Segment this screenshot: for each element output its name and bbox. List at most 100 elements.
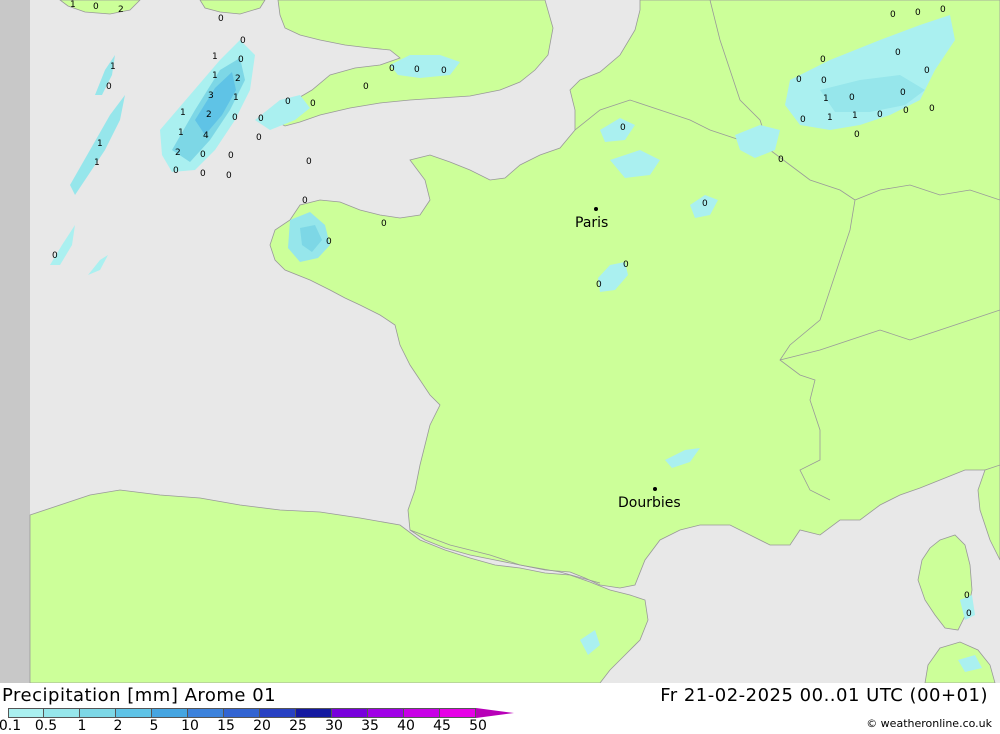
precip-value: 0 (228, 151, 234, 161)
precip-value: 4 (203, 131, 209, 141)
precip-value: 0 (218, 14, 224, 24)
precip-value: 0 (238, 55, 244, 65)
city-label-dourbies: Dourbies (618, 495, 681, 511)
legend-tick-label: 0.1 (0, 718, 22, 734)
precip-value: 0 (940, 5, 946, 15)
precip-value: 1 (212, 52, 218, 62)
forecast-datetime: Fr 21-02-2025 00..01 UTC (00+01) (660, 685, 988, 706)
precip-value: 0 (849, 93, 855, 103)
legend-tick-label: 25 (289, 718, 307, 734)
precip-value: 0 (173, 166, 179, 176)
legend-swatch (260, 708, 296, 718)
precip-value: 3 (208, 91, 214, 101)
legend-tick-label: 35 (361, 718, 379, 734)
legend-swatches (8, 708, 514, 718)
legend-tick-label: 10 (181, 718, 199, 734)
legend-tick-label: 30 (325, 718, 343, 734)
precip-value: 0 (702, 199, 708, 209)
legend-tick-label: 15 (217, 718, 235, 734)
legend-ticks: 0.1 0.5 1 2 5 10 15 20 25 30 35 40 45 50 (0, 718, 528, 734)
footer: Precipitation [mm] Arome 01 Fr 21-02-202… (0, 683, 1000, 734)
precip-value: 0 (821, 76, 827, 86)
precip-value: 0 (106, 82, 112, 92)
legend-tick-label: 0.5 (34, 718, 58, 734)
legend-swatch (80, 708, 116, 718)
precip-value: 2 (175, 148, 181, 158)
precip-value: 1 (97, 139, 103, 149)
precip-value: 0 (306, 157, 312, 167)
legend-swatch (8, 708, 44, 718)
legend-swatch (332, 708, 368, 718)
no-data-strip (0, 0, 30, 683)
precip-value: 0 (310, 99, 316, 109)
precip-value: 0 (596, 280, 602, 290)
precipitation-legend: 0.1 0.5 1 2 5 10 15 20 25 30 35 40 45 50 (0, 708, 520, 734)
legend-tick-label: 50 (469, 718, 487, 734)
precip-value: 0 (800, 115, 806, 125)
precip-value: 0 (877, 110, 883, 120)
map-canvas: 1 0 2 0 0 1 0 1 2 3 1 2 0 1 4 0 2 0 0 0 … (0, 0, 1000, 683)
precip-value: 0 (389, 64, 395, 74)
precip-value: 0 (200, 150, 206, 160)
legend-swatch (224, 708, 260, 718)
precip-value: 0 (903, 106, 909, 116)
precip-value: 1 (212, 71, 218, 81)
precip-value: 0 (52, 251, 58, 261)
legend-tick-label: 1 (77, 718, 87, 734)
precip-value: 0 (890, 10, 896, 20)
precip-value: 0 (820, 55, 826, 65)
precip-value: 1 (827, 113, 833, 123)
precip-value: 1 (110, 62, 116, 72)
precip-value: 0 (778, 155, 784, 165)
city-dot-dourbies (653, 487, 657, 491)
legend-tick-label: 20 (253, 718, 271, 734)
precip-value: 0 (966, 609, 972, 619)
precip-value: 1 (94, 158, 100, 168)
legend-swatch (116, 708, 152, 718)
precip-value: 0 (414, 65, 420, 75)
credit-link[interactable]: © weatheronline.co.uk (866, 717, 992, 730)
city-label-paris: Paris (575, 215, 608, 231)
precip-value: 0 (302, 196, 308, 206)
precip-value: 0 (232, 113, 238, 123)
precip-value: 0 (620, 123, 626, 133)
precip-value: 0 (854, 130, 860, 140)
legend-tick-label: 2 (113, 718, 123, 734)
precip-value: 0 (326, 237, 332, 247)
precip-value: 0 (381, 219, 387, 229)
legend-swatch (188, 708, 224, 718)
precip-value: 1 (233, 93, 239, 103)
precip-value: 0 (93, 2, 99, 12)
precip-value: 0 (900, 88, 906, 98)
precip-value: 0 (441, 66, 447, 76)
precip-value: 0 (895, 48, 901, 58)
precip-value: 0 (256, 133, 262, 143)
precip-value: 0 (924, 66, 930, 76)
legend-swatch (368, 708, 404, 718)
precip-value: 0 (285, 97, 291, 107)
precip-value: 0 (623, 260, 629, 270)
precip-value: 1 (180, 108, 186, 118)
precip-value: 1 (823, 94, 829, 104)
precip-value: 2 (118, 5, 124, 15)
precip-value: 0 (258, 114, 264, 124)
legend-tick-label: 45 (433, 718, 451, 734)
precipitation-map[interactable]: 1 0 2 0 0 1 0 1 2 3 1 2 0 1 4 0 2 0 0 0 … (0, 0, 1000, 683)
precip-value: 0 (929, 104, 935, 114)
legend-arrow (476, 708, 514, 718)
legend-swatch (440, 708, 476, 718)
precip-value: 0 (915, 8, 921, 18)
legend-tick-label: 5 (149, 718, 159, 734)
precip-value: 2 (235, 74, 241, 84)
precip-value: 0 (200, 169, 206, 179)
precip-value: 1 (70, 0, 76, 10)
legend-swatch (152, 708, 188, 718)
precip-value: 0 (363, 82, 369, 92)
precip-value: 0 (226, 171, 232, 181)
precip-value: 1 (178, 128, 184, 138)
precip-value: 0 (964, 591, 970, 601)
legend-tick-label: 40 (397, 718, 415, 734)
precip-value: 0 (240, 36, 246, 46)
map-title: Precipitation [mm] Arome 01 (2, 685, 277, 706)
precip-value: 2 (206, 110, 212, 120)
